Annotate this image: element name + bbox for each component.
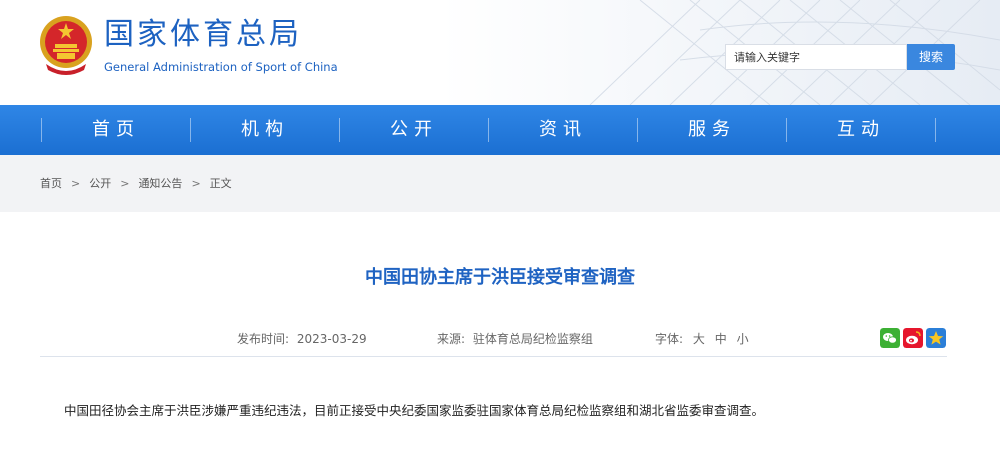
font-size-large[interactable]: 大 <box>693 332 705 346</box>
font-size-label: 字体: <box>655 332 684 346</box>
meta-divider <box>40 356 947 357</box>
publish-time: 发布时间: 2023-03-29 <box>237 332 367 346</box>
favorite-star-icon[interactable] <box>926 328 946 348</box>
source-value: 驻体育总局纪检监察组 <box>472 332 593 346</box>
site-header: 国家体育总局 General Administration of Sport o… <box>0 0 1000 105</box>
nav-item-home[interactable]: 首页 <box>42 105 190 155</box>
breadcrumb-separator: > <box>71 177 81 190</box>
nav-item-interaction[interactable]: 互动 <box>787 105 935 155</box>
breadcrumb-separator: > <box>120 177 130 190</box>
breadcrumb-notices[interactable]: 通知公告 <box>138 177 182 191</box>
article-source: 来源: 驻体育总局纪检监察组 <box>437 332 593 346</box>
nav-item-institutions[interactable]: 机构 <box>191 105 339 155</box>
breadcrumb-current: 正文 <box>209 177 232 190</box>
publish-date: 2023-03-29 <box>296 332 367 346</box>
breadcrumb: 首页 > 公开 > 通知公告 > 正文 <box>40 177 232 191</box>
breadcrumb-public[interactable]: 公开 <box>89 177 111 191</box>
search-input[interactable] <box>725 44 907 70</box>
breadcrumb-separator: > <box>191 177 201 190</box>
site-title[interactable]: 国家体育总局 <box>104 18 302 52</box>
site-subtitle: General Administration of Sport of China <box>104 60 338 74</box>
nav-item-news[interactable]: 资讯 <box>489 105 637 155</box>
breadcrumb-band: 首页 > 公开 > 通知公告 > 正文 <box>0 155 1000 212</box>
publish-label: 发布时间: <box>237 332 290 346</box>
nav-item-public[interactable]: 公开 <box>340 105 488 155</box>
breadcrumb-home[interactable]: 首页 <box>40 177 62 191</box>
article-title: 中国田协主席于洪臣接受审查调查 <box>365 267 635 288</box>
source-label: 来源: <box>437 332 466 346</box>
font-size-small[interactable]: 小 <box>737 332 749 346</box>
nav-separator <box>935 118 936 142</box>
main-nav: 首页 机构 公开 资讯 服务 互动 <box>0 105 1000 155</box>
search-button[interactable]: 搜索 <box>907 44 955 70</box>
font-size-medium[interactable]: 中 <box>715 332 727 346</box>
article-body: 中国田径协会主席于洪臣涉嫌严重违纪违法，目前正接受中央纪委国家监委驻国家体育总局… <box>64 403 765 418</box>
weibo-icon[interactable] <box>903 328 923 348</box>
wechat-icon[interactable] <box>880 328 900 348</box>
font-size-control: 字体: 大 中 小 <box>655 332 755 346</box>
national-emblem-logo <box>40 16 92 75</box>
nav-item-services[interactable]: 服务 <box>638 105 786 155</box>
